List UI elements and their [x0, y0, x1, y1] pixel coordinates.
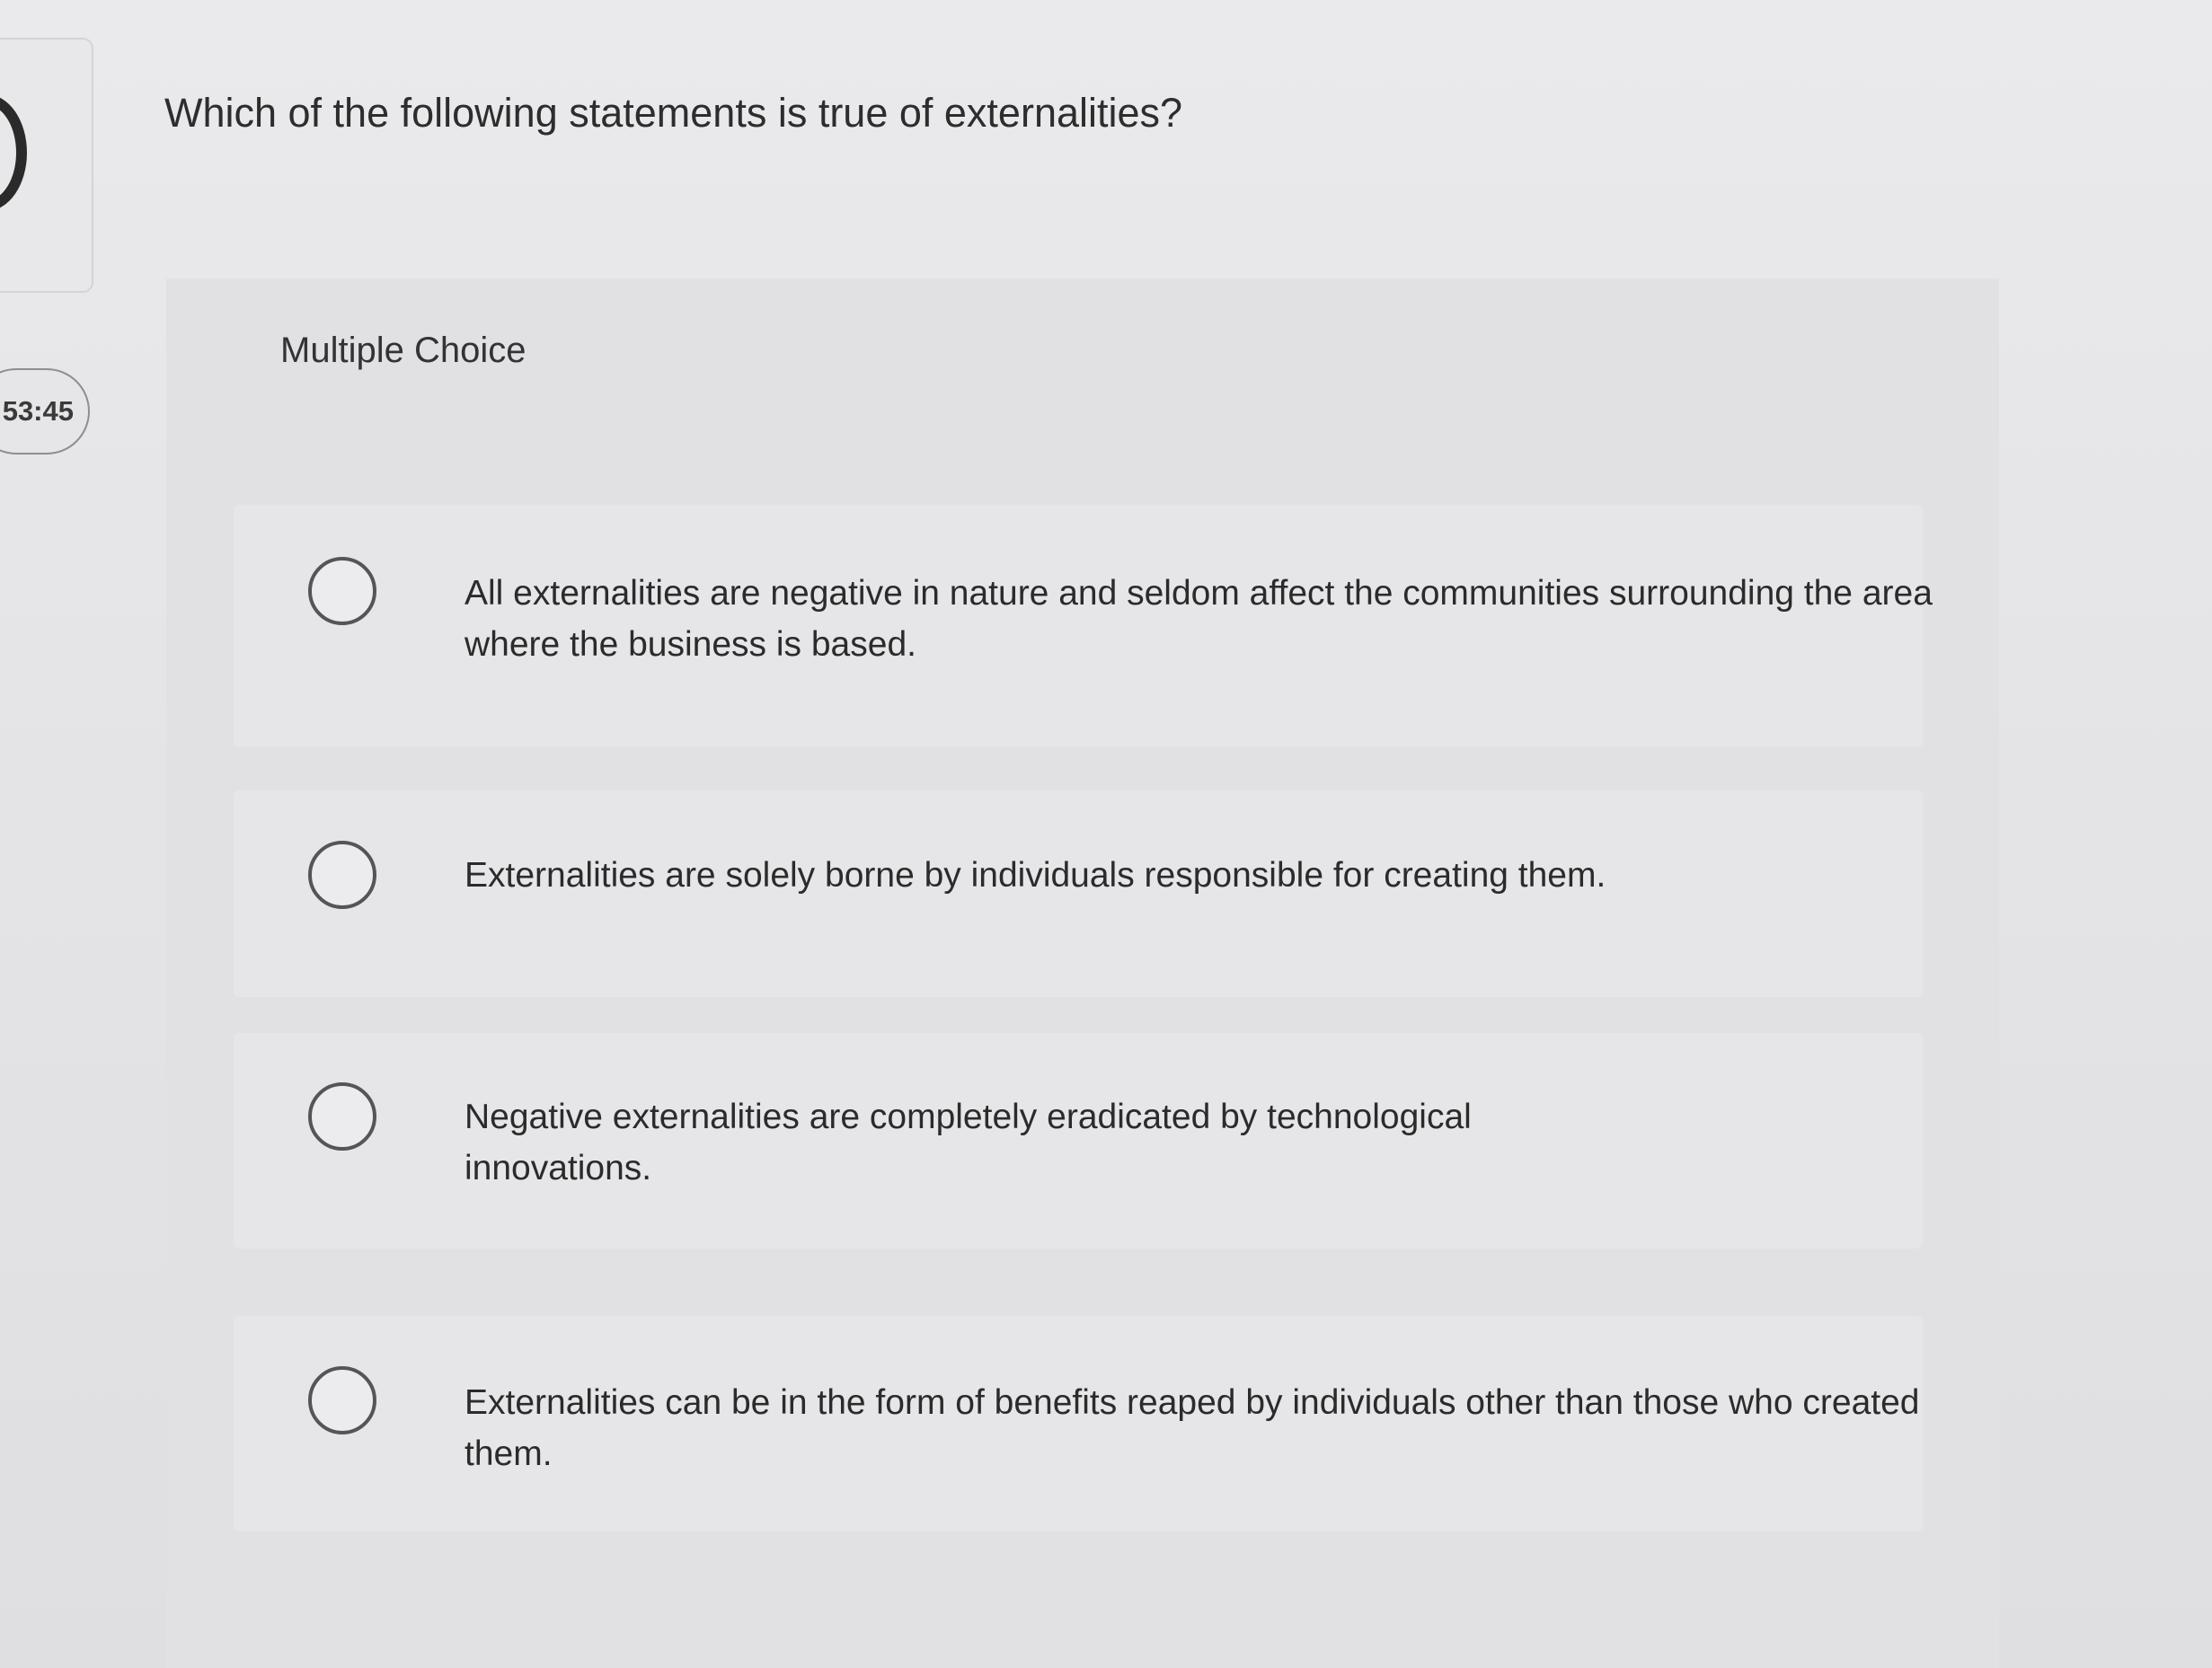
- radio-button-icon[interactable]: [308, 841, 376, 909]
- answer-option-text: Externalities are solely borne by indivi…: [465, 856, 1606, 895]
- radio-button-icon[interactable]: [308, 1082, 376, 1151]
- answer-option-1[interactable]: All externalities are negative in nature…: [234, 505, 1933, 747]
- answer-option-text: Externalities can be in the form of bene…: [465, 1383, 1920, 1473]
- answer-option-2[interactable]: Externalities are solely borne by indivi…: [234, 790, 1923, 997]
- answer-option-text: Negative externalities are completely er…: [465, 1098, 1472, 1187]
- answer-option-3[interactable]: Negative externalities are completely er…: [234, 1033, 1923, 1249]
- question-type-label: Multiple Choice: [280, 331, 526, 370]
- page: 53:45 Which of the following statements …: [0, 0, 2212, 1668]
- answer-option-text: All externalities are negative in nature…: [465, 574, 1933, 664]
- radio-button-icon[interactable]: [308, 1366, 376, 1434]
- timer-text: 53:45: [2, 395, 74, 427]
- timer-badge: 53:45: [0, 368, 90, 455]
- radio-button-icon[interactable]: [308, 557, 376, 625]
- answer-option-4[interactable]: Externalities can be in the form of bene…: [234, 1316, 1923, 1531]
- question-text: Which of the following statements is tru…: [164, 90, 1183, 136]
